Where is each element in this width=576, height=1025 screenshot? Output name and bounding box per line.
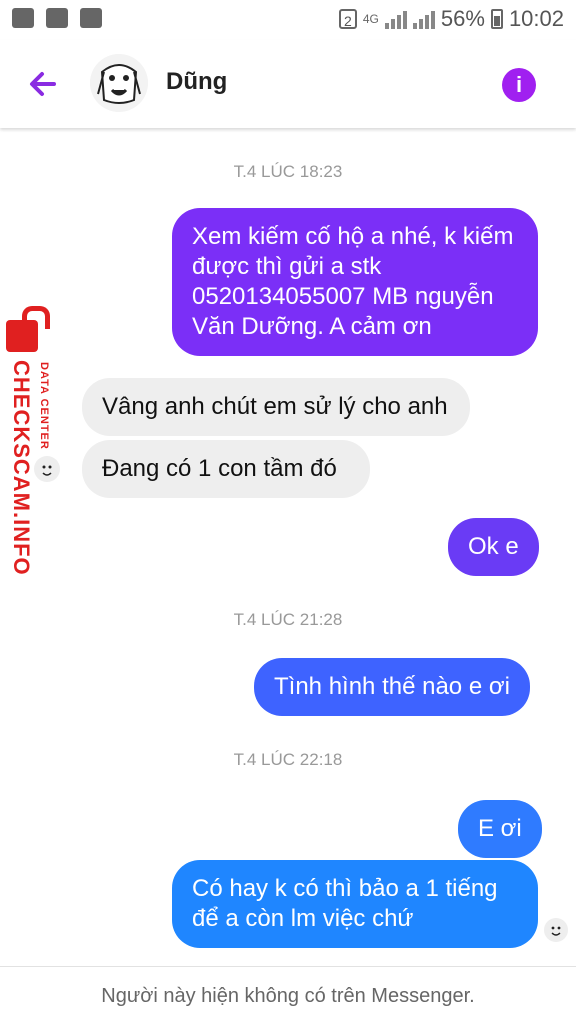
timestamp: T.4 LÚC 22:18 bbox=[233, 750, 343, 769]
sim-badge: 2 bbox=[338, 9, 357, 29]
lock-icon bbox=[6, 306, 50, 352]
watermark-brand: CHECKSCAM.INFO bbox=[9, 360, 34, 576]
timestamp: T.4 LÚC 21:28 bbox=[233, 610, 343, 629]
signal-icon-2 bbox=[412, 9, 435, 29]
status-bar: 2 4G 56% 10:02 bbox=[0, 0, 576, 40]
unavailable-notice: Người này hiện không có trên Messenger. bbox=[101, 985, 475, 1007]
seen-avatar-icon bbox=[544, 918, 568, 942]
watermark-tag: DATA CENTER bbox=[38, 362, 50, 450]
footer: Người này hiện không có trên Messenger. bbox=[0, 966, 576, 1025]
message-bubble-outgoing[interactable]: Có hay k có thì bảo a 1 tiếng để a còn l… bbox=[172, 860, 538, 948]
message-bubble-outgoing[interactable]: E ơi bbox=[458, 800, 542, 858]
message-bubble-outgoing[interactable]: Ok e bbox=[448, 518, 539, 576]
notification-icons bbox=[12, 8, 102, 28]
message-bubble-outgoing[interactable]: Xem kiếm cố hộ a nhé, k kiếm được thì gử… bbox=[172, 208, 538, 356]
system-indicators: 2 4G 56% 10:02 bbox=[338, 6, 564, 32]
arrow-left-icon[interactable] bbox=[24, 64, 64, 104]
network-type: 4G bbox=[362, 12, 379, 26]
message-bubble-outgoing[interactable]: Tình hình thế nào e ơi bbox=[254, 658, 530, 716]
avatar[interactable] bbox=[90, 54, 148, 112]
clock: 10:02 bbox=[508, 6, 564, 31]
info-icon[interactable]: i bbox=[502, 68, 536, 102]
timestamp: T.4 LÚC 18:23 bbox=[233, 162, 343, 181]
facebook-notification-icon bbox=[80, 8, 102, 28]
signal-icon bbox=[384, 9, 407, 29]
battery-percent: 56% bbox=[440, 6, 485, 31]
watermark: CHECKSCAM.INFO DATA CENTER bbox=[2, 306, 68, 592]
message-bubble-incoming[interactable]: Vâng anh chút em sử lý cho anh bbox=[82, 378, 470, 436]
chat-notification-icon bbox=[46, 8, 68, 28]
image-notification-icon bbox=[12, 8, 34, 28]
conversation-header: Dũng i bbox=[0, 40, 576, 128]
battery-icon bbox=[490, 9, 503, 29]
contact-name[interactable]: Dũng bbox=[166, 68, 227, 96]
message-bubble-incoming[interactable]: Đang có 1 con tầm đó bbox=[82, 440, 370, 498]
